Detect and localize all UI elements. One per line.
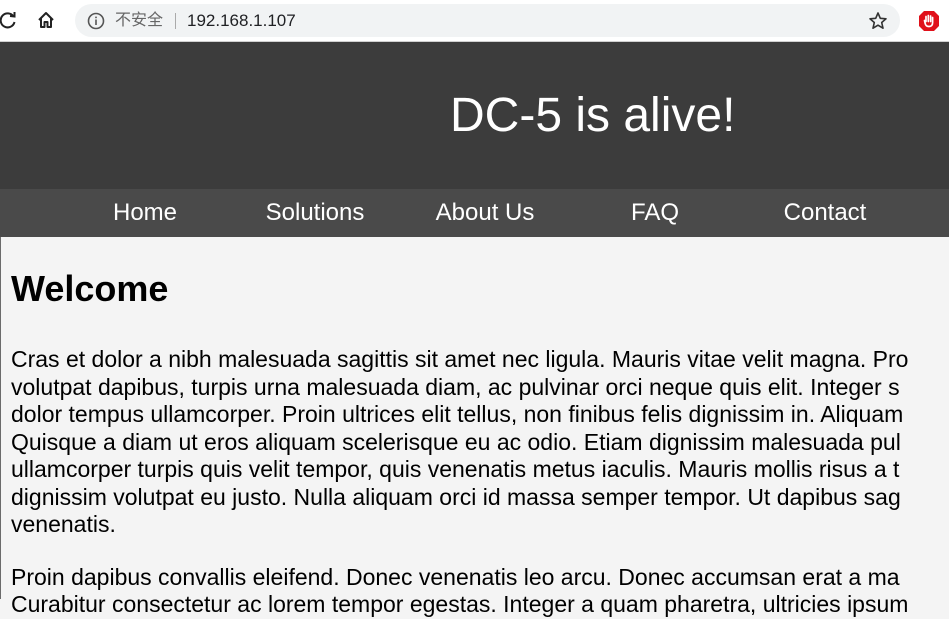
url-text[interactable]: 192.168.1.107 [187, 4, 296, 37]
home-icon [38, 12, 54, 28]
security-label: 不安全 [115, 12, 164, 29]
divider [175, 13, 176, 29]
star-icon[interactable] [868, 11, 888, 31]
nav-item-faq[interactable]: FAQ [631, 189, 679, 237]
browser-toolbar: 不安全 192.168.1.107 [0, 0, 949, 42]
main-content: Welcome Cras et dolor a nibh malesuada s… [11, 237, 949, 619]
body-paragraph-1: Cras et dolor a nibh malesuada sagittis … [11, 346, 909, 537]
site-title: DC-5 is alive! [450, 89, 736, 142]
extension-icon[interactable] [918, 10, 940, 32]
home-button[interactable] [34, 8, 58, 32]
info-icon[interactable] [87, 12, 105, 30]
reload-button[interactable] [0, 8, 20, 32]
reload-icon [0, 12, 16, 29]
nav-item-home[interactable]: Home [113, 189, 177, 237]
nav-item-solutions[interactable]: Solutions [266, 189, 365, 237]
main-nav: Home Solutions About Us FAQ Contact [0, 189, 949, 237]
body-paragraph-2: Proin dapibus convallis eleifend. Donec … [11, 563, 909, 618]
address-bar[interactable]: 不安全 192.168.1.107 [75, 4, 900, 37]
nav-item-about-us[interactable]: About Us [436, 189, 535, 237]
site-header: DC-5 is alive! [0, 42, 949, 189]
nav-item-contact[interactable]: Contact [784, 189, 867, 237]
page-heading: Welcome [11, 268, 169, 309]
